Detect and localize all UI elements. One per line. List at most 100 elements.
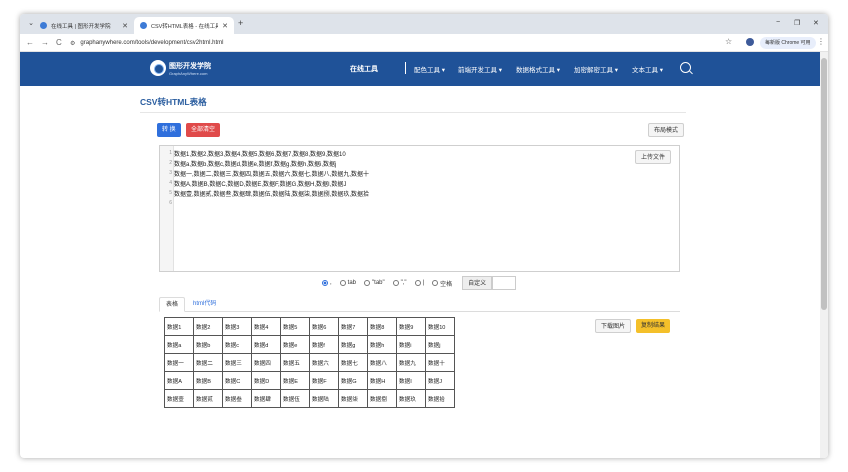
tab-csv2html[interactable]: CSV转HTML表格 - 在线工具 | ✕ xyxy=(134,17,234,34)
tab-online-tools[interactable]: 在线工具 | 图形开发学院 ✕ xyxy=(34,17,134,34)
table-cell: 数据C xyxy=(222,371,252,390)
table-cell: 数据E xyxy=(280,371,310,390)
table-cell: 数据F xyxy=(309,371,339,390)
table-cell: 数据柒 xyxy=(338,389,368,408)
nav-online-tools[interactable]: 在线工具 xyxy=(350,64,378,74)
line-gutter: 1 2 3 4 5 6 xyxy=(160,146,174,271)
forward-icon[interactable]: → xyxy=(41,38,49,47)
table-cell: 数据九 xyxy=(396,353,426,372)
table-cell: 数据二 xyxy=(193,353,223,372)
search-icon[interactable] xyxy=(680,62,691,73)
restore-button[interactable]: ❐ xyxy=(794,19,800,27)
tab-html-code[interactable]: html代码 xyxy=(187,297,222,312)
nav-divider xyxy=(405,62,406,74)
table-row: 数据1 数据2 数据3 数据4 数据5 数据6 数据7 数据8 数据9 数据10 xyxy=(164,317,455,336)
clear-all-button[interactable]: 全部清空 xyxy=(186,123,221,137)
title-divider xyxy=(140,112,686,113)
copy-result-button[interactable]: 复制结果 xyxy=(636,319,671,333)
delimiter-space-radio[interactable]: 空格 xyxy=(432,279,452,288)
tab-table[interactable]: 表格 xyxy=(159,297,186,312)
table-cell: 数据h xyxy=(367,335,397,354)
browser-window: ⌄ 在线工具 | 图形开发学院 ✕ CSV转HTML表格 - 在线工具 | ✕ … xyxy=(20,14,828,458)
table-row: 数据一 数据二 数据三 数据四 数据五 数据六 数据七 数据八 数据九 数据十 xyxy=(164,353,455,372)
upload-file-button[interactable]: 上传文件 xyxy=(635,150,672,164)
logo-name: 图形开发学院 xyxy=(169,62,211,70)
bookmark-star-icon[interactable]: ☆ xyxy=(725,37,732,46)
delimiter-quoted-tab-radio[interactable]: "tab" xyxy=(364,280,385,286)
table-cell: 数据7 xyxy=(338,317,368,336)
editor-line: 数据A,数据B,数据C,数据D,数据E,数据F,数据G,数据H,数据I,数据J xyxy=(174,182,347,188)
back-icon[interactable]: ← xyxy=(26,38,34,47)
layout-mode-button[interactable]: 布局模式 xyxy=(648,123,685,137)
tab-strip: ⌄ 在线工具 | 图形开发学院 ✕ CSV转HTML表格 - 在线工具 | ✕ … xyxy=(20,14,828,34)
table-cell: 数据贰 xyxy=(193,389,223,408)
table-cell: 数据三 xyxy=(222,353,252,372)
table-cell: 数据H xyxy=(367,371,397,390)
table-cell: 数据f xyxy=(309,335,339,354)
table-cell: 数据六 xyxy=(309,353,339,372)
table-cell: 数据B xyxy=(193,371,223,390)
table-cell: 数据壹 xyxy=(164,389,194,408)
delimiter-comma-radio[interactable]: , xyxy=(322,280,332,286)
page-scrollbar[interactable] xyxy=(820,52,828,458)
table-cell: 数据g xyxy=(338,335,368,354)
nav-frontend-tools[interactable]: 前端开发工具 ▾ xyxy=(458,64,502,74)
chrome-update-chip[interactable]: 每新版 Chrome 可用 xyxy=(760,37,816,49)
logo-domain: GraphAnyWhere.com xyxy=(169,70,208,76)
site-logo[interactable]: 图形开发学院 GraphAnyWhere.com xyxy=(150,60,211,76)
table-cell: 数据一 xyxy=(164,353,194,372)
table-cell: 数据A xyxy=(164,371,194,390)
delimiter-options: , tab "tab" "," | 空格 自定义 xyxy=(322,276,517,290)
editor-line: 数据壹,数据贰,数据叁,数据肆,数据伍,数据陆,数据柒,数据捌,数据玖,数据拾 xyxy=(174,192,370,198)
table-cell: 数据a xyxy=(164,335,194,354)
minimize-button[interactable]: − xyxy=(776,19,780,26)
window-close-button[interactable]: ✕ xyxy=(813,19,819,27)
table-cell: 数据D xyxy=(251,371,281,390)
table-cell: 数据八 xyxy=(367,353,397,372)
csv-editor[interactable]: 1 2 3 4 5 6 数据1,数据2,数据3,数据4,数据5,数据6,数据7,… xyxy=(159,145,680,272)
menu-kebab-icon[interactable]: ⋮ xyxy=(817,37,825,46)
logo-icon xyxy=(150,60,166,76)
table-cell: 数据肆 xyxy=(251,389,281,408)
table-cell: 数据c xyxy=(222,335,252,354)
custom-delimiter-label: 自定义 xyxy=(462,276,493,290)
address-bar[interactable]: ⚙ graphanywhere.com/tools/development/cs… xyxy=(70,37,740,49)
nav-data-format-tools[interactable]: 数据格式工具 ▾ xyxy=(516,64,560,74)
table-cell: 数据2 xyxy=(193,317,223,336)
result-table: 数据1 数据2 数据3 数据4 数据5 数据6 数据7 数据8 数据9 数据10 数据a 数据b 数据c… xyxy=(164,317,455,408)
favicon-icon xyxy=(40,22,47,29)
table-cell: 数据五 xyxy=(280,353,310,372)
url-text: graphanywhere.com/tools/development/csv2… xyxy=(80,40,224,46)
table-cell: 数据G xyxy=(338,371,368,390)
nav-text-tools[interactable]: 文本工具 ▾ xyxy=(632,64,663,74)
table-cell: 数据d xyxy=(251,335,281,354)
table-cell: 数据3 xyxy=(222,317,252,336)
favicon-icon xyxy=(140,22,147,29)
site-info-icon[interactable]: ⚙ xyxy=(70,40,75,47)
table-cell: 数据叁 xyxy=(222,389,252,408)
table-cell: 数据J xyxy=(425,371,455,390)
delimiter-quoted-comma-radio[interactable]: "," xyxy=(392,280,407,286)
nav-crypto-tools[interactable]: 加密解密工具 ▾ xyxy=(574,64,618,74)
table-cell: 数据5 xyxy=(280,317,310,336)
site-header: 图形开发学院 GraphAnyWhere.com 在线工具 配色工具 ▾ 前端开… xyxy=(20,52,820,86)
table-cell: 数据七 xyxy=(338,353,368,372)
profile-avatar[interactable] xyxy=(746,38,754,46)
table-cell: 数据1 xyxy=(164,317,194,336)
close-icon[interactable]: ✕ xyxy=(222,22,228,30)
scrollbar-thumb[interactable] xyxy=(821,58,827,310)
delimiter-tab-radio[interactable]: tab xyxy=(339,280,356,286)
new-tab-button[interactable]: + xyxy=(238,18,243,28)
close-icon[interactable]: ✕ xyxy=(122,22,128,30)
table-cell: 数据十 xyxy=(425,353,455,372)
nav-color-tools[interactable]: 配色工具 ▾ xyxy=(414,64,445,74)
reload-icon[interactable]: C xyxy=(56,38,62,47)
convert-button[interactable]: 转 换 xyxy=(157,123,181,137)
custom-delimiter-input[interactable] xyxy=(492,276,517,290)
table-row: 数据壹 数据贰 数据叁 数据肆 数据伍 数据陆 数据柒 数据捌 数据玖 数据拾 xyxy=(164,389,455,408)
table-cell: 数据e xyxy=(280,335,310,354)
download-image-button[interactable]: 下载图片 xyxy=(595,319,632,333)
delimiter-pipe-radio[interactable]: | xyxy=(414,280,424,286)
table-row: 数据a 数据b 数据c 数据d 数据e 数据f 数据g 数据h 数据i 数据j xyxy=(164,335,455,354)
table-cell: 数据拾 xyxy=(425,389,455,408)
